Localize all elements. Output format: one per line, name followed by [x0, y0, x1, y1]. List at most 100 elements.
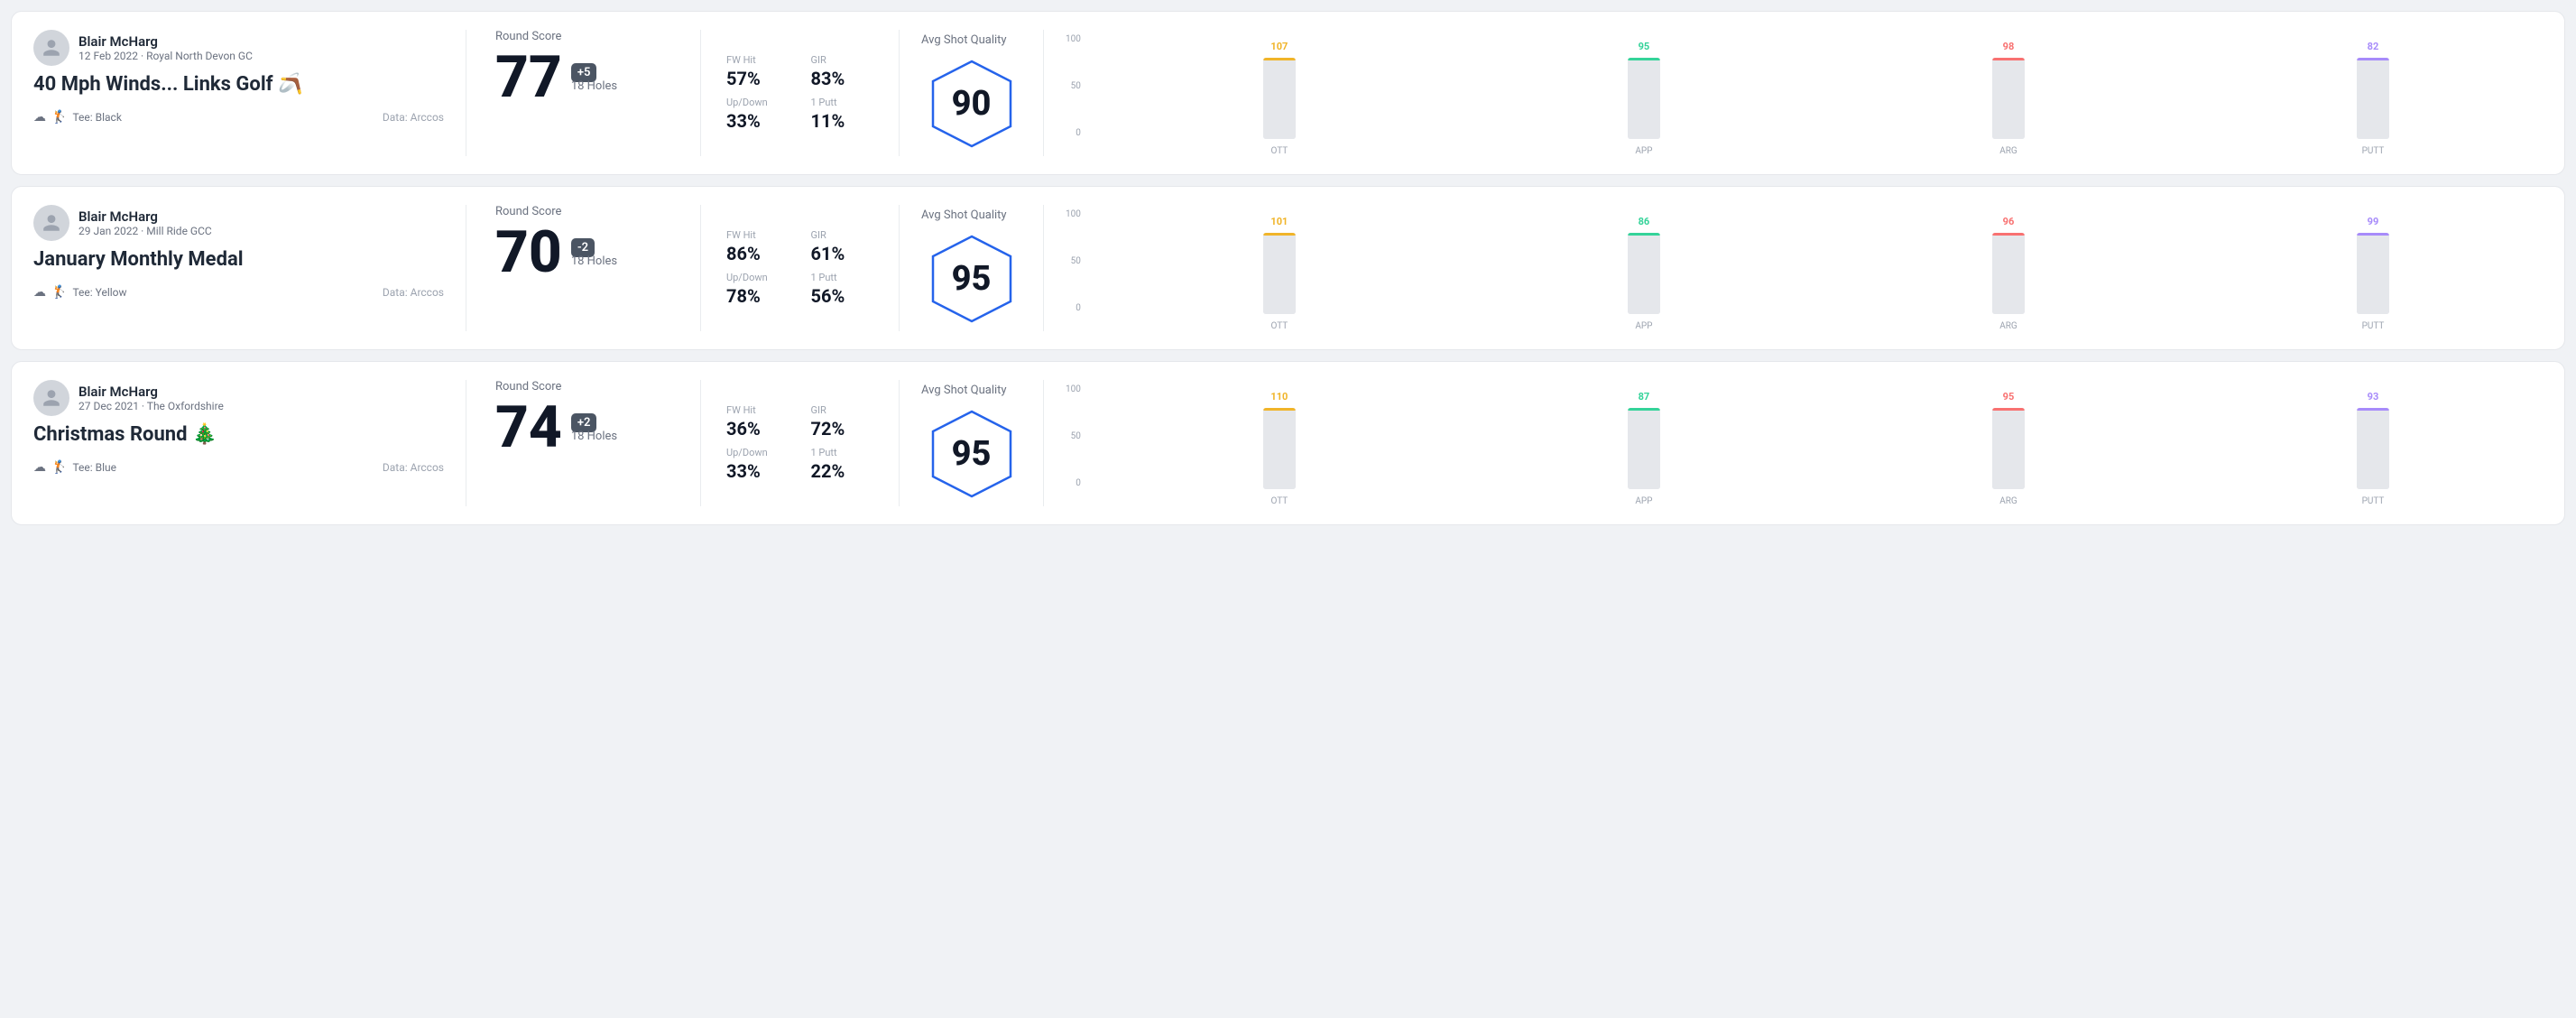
bar-wrapper — [2357, 408, 2389, 489]
stats-section: FW Hit 36% GIR 72% Up/Down 33% 1 Putt 22… — [701, 380, 900, 506]
footer-row: ☁ 🏌 Tee: Blue Data: Arccos — [33, 460, 444, 475]
bar-group-app: 95 APP — [1474, 41, 1814, 156]
tee-info: ☁ 🏌 Tee: Yellow — [33, 285, 127, 300]
chart-section: 100 50 0 110 OTT 87 APP 95 ARG — [1044, 380, 2543, 506]
chart-section: 100 50 0 107 OTT 95 APP 98 ARG — [1044, 30, 2543, 156]
bar-value: 93 — [2368, 391, 2379, 403]
bar-indicator — [2357, 408, 2389, 411]
bar-group-ott: 101 OTT — [1110, 216, 1449, 331]
bar-label: APP — [1635, 496, 1652, 506]
footer-row: ☁ 🏌 Tee: Black Data: Arccos — [33, 110, 444, 125]
left-section: Blair McHarg 29 Jan 2022 · Mill Ride GCC… — [33, 205, 466, 331]
bar-wrapper — [1992, 233, 2025, 314]
user-date: 27 Dec 2021 · The Oxfordshire — [78, 400, 224, 412]
weather-icon: ☁ — [33, 110, 46, 125]
score-number: 77 — [495, 49, 562, 106]
bar-indicator — [1628, 58, 1660, 60]
gir-stat: GIR 72% — [811, 404, 874, 440]
bar-group-arg: 95 ARG — [1839, 391, 2178, 506]
user-icon — [42, 213, 61, 233]
bar-fill — [1992, 438, 2025, 489]
gir-value: 72% — [811, 418, 874, 440]
fw-hit-stat: FW Hit 57% — [726, 54, 789, 89]
bar-indicator — [2357, 58, 2389, 60]
bar-fill — [2357, 97, 2389, 139]
bar-fill — [2357, 439, 2389, 489]
bar-fill — [1628, 269, 1660, 314]
bar-value: 110 — [1270, 391, 1288, 403]
bar-label: APP — [1635, 321, 1652, 331]
bar-label: ARG — [1999, 496, 2017, 506]
updown-value: 33% — [726, 110, 789, 132]
bar-wrapper — [1992, 408, 2025, 489]
fw-hit-stat: FW Hit 86% — [726, 229, 789, 264]
bar-indicator — [1992, 408, 2025, 411]
bar-indicator — [1628, 408, 1660, 411]
bar-value: 99 — [2368, 216, 2379, 227]
bar-label: PUTT — [2362, 496, 2385, 506]
quality-score: 95 — [952, 259, 992, 299]
bag-icon: 🏌 — [51, 460, 67, 475]
user-row: Blair McHarg 12 Feb 2022 · Royal North D… — [33, 30, 444, 66]
stats-grid: FW Hit 36% GIR 72% Up/Down 33% 1 Putt 22… — [726, 404, 873, 482]
score-section: Round Score 74 +2 18 Holes — [466, 380, 701, 506]
bar-group-putt: 82 PUTT — [2203, 41, 2543, 156]
tee-label: Tee: Blue — [72, 461, 116, 474]
score-number: 70 — [495, 224, 562, 282]
bar-indicator — [1992, 58, 2025, 60]
stats-grid: FW Hit 86% GIR 61% Up/Down 78% 1 Putt 56… — [726, 229, 873, 307]
bar-chart: 100 50 0 107 OTT 95 APP 98 ARG — [1066, 30, 2543, 156]
fw-hit-label: FW Hit — [726, 404, 789, 416]
hexagon-container: 95 — [922, 229, 1021, 329]
bar-indicator — [1992, 233, 2025, 236]
fw-hit-label: FW Hit — [726, 229, 789, 241]
oneputt-stat: 1 Putt 56% — [811, 272, 874, 307]
left-section: Blair McHarg 27 Dec 2021 · The Oxfordshi… — [33, 380, 466, 506]
user-date: 12 Feb 2022 · Royal North Devon GC — [78, 50, 253, 62]
bar-fill — [1263, 429, 1296, 490]
tee-info: ☁ 🏌 Tee: Blue — [33, 460, 116, 475]
y-axis-labels: 100 50 0 — [1066, 34, 1081, 138]
fw-hit-value: 36% — [726, 418, 789, 440]
quality-label: Avg Shot Quality — [921, 384, 1007, 397]
bar-group-app: 86 APP — [1474, 216, 1814, 331]
round-title: Christmas Round 🎄 — [33, 423, 444, 446]
quality-section: Avg Shot Quality 95 — [900, 380, 1044, 506]
user-row: Blair McHarg 27 Dec 2021 · The Oxfordshi… — [33, 380, 444, 416]
oneputt-label: 1 Putt — [811, 272, 874, 283]
bar-label: ARG — [1999, 321, 2017, 331]
tee-info: ☁ 🏌 Tee: Black — [33, 110, 122, 125]
updown-label: Up/Down — [726, 272, 789, 283]
bar-wrapper — [1628, 58, 1660, 139]
oneputt-stat: 1 Putt 22% — [811, 447, 874, 482]
data-source: Data: Arccos — [383, 286, 444, 299]
round-score-label: Round Score — [495, 380, 671, 393]
hexagon-container: 90 — [922, 54, 1021, 153]
bar-chart: 100 50 0 101 OTT 86 APP 96 ARG — [1066, 205, 2543, 331]
bar-wrapper — [1992, 58, 2025, 139]
user-name: Blair McHarg — [78, 384, 224, 400]
bar-value: 107 — [1270, 41, 1288, 52]
oneputt-value: 11% — [811, 110, 874, 132]
stats-section: FW Hit 57% GIR 83% Up/Down 33% 1 Putt 11… — [701, 30, 900, 156]
bag-icon: 🏌 — [51, 285, 67, 300]
data-source: Data: Arccos — [383, 461, 444, 474]
holes-text: 18 Holes — [571, 255, 617, 268]
user-date: 29 Jan 2022 · Mill Ride GCC — [78, 225, 212, 237]
score-section: Round Score 70 -2 18 Holes — [466, 205, 701, 331]
bar-group-app: 87 APP — [1474, 391, 1814, 506]
quality-section: Avg Shot Quality 95 — [900, 205, 1044, 331]
stats-grid: FW Hit 57% GIR 83% Up/Down 33% 1 Putt 11… — [726, 54, 873, 132]
gir-label: GIR — [811, 404, 874, 416]
round-card-round2: Blair McHarg 29 Jan 2022 · Mill Ride GCC… — [11, 186, 2565, 350]
user-icon — [42, 38, 61, 58]
oneputt-stat: 1 Putt 11% — [811, 97, 874, 132]
bar-wrapper — [1263, 58, 1296, 139]
updown-stat: Up/Down 78% — [726, 272, 789, 307]
fw-hit-label: FW Hit — [726, 54, 789, 66]
footer-row: ☁ 🏌 Tee: Yellow Data: Arccos — [33, 285, 444, 300]
fw-hit-value: 57% — [726, 68, 789, 89]
bar-indicator — [2357, 233, 2389, 236]
holes-text: 18 Holes — [571, 430, 617, 443]
bar-fill — [1992, 262, 2025, 314]
